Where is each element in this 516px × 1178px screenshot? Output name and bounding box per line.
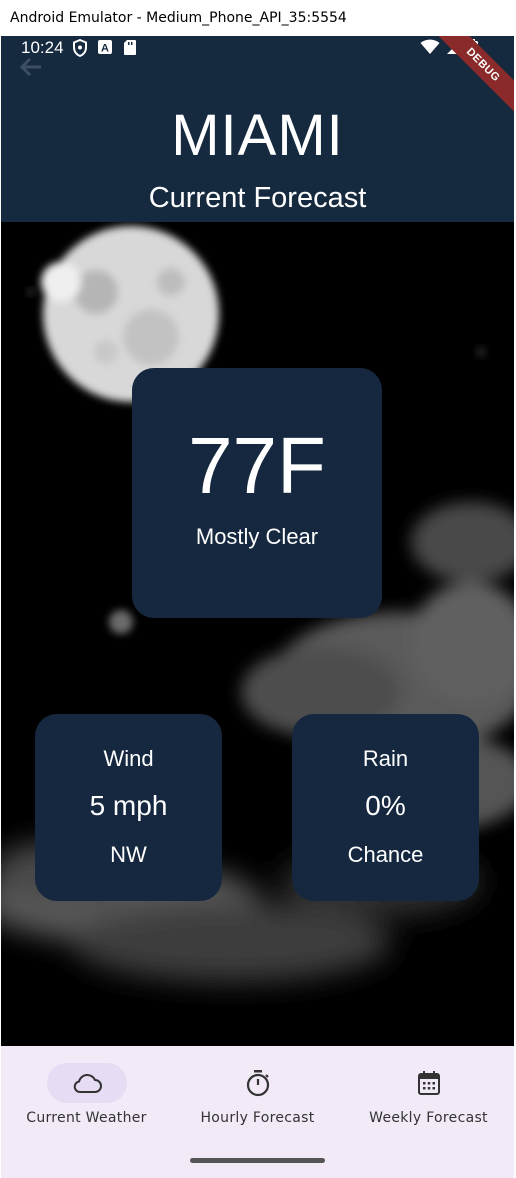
night-sky-background	[1, 226, 514, 982]
rain-card: Rain 0% Chance	[292, 714, 479, 901]
window-title: Android Emulator - Medium_Phone_API_35:5…	[10, 10, 347, 26]
rain-label: Rain	[362, 746, 409, 771]
sd-card-icon	[124, 40, 136, 55]
status-bar: 10:24 A	[1, 36, 514, 62]
wind-card: Wind 5 mph NW	[35, 714, 222, 901]
condition-text: Mostly Clear	[195, 524, 319, 549]
phone-screen: 10:24 A DEBUG MIAMI Current Forecast 77F…	[1, 36, 514, 1178]
gesture-home-bar[interactable]	[190, 1158, 325, 1163]
city-title: MIAMI	[171, 103, 344, 168]
nav-item-weekly-forecast[interactable]: Weekly Forecast	[343, 1046, 514, 1146]
nav-item-hourly-forecast[interactable]: Hourly Forecast	[172, 1046, 343, 1146]
temperature-value: 77F	[188, 421, 326, 510]
wind-label: Wind	[103, 746, 154, 771]
nav-label-weekly-forecast: Weekly Forecast	[369, 1110, 488, 1126]
nav-item-current-weather[interactable]: Current Weather	[1, 1046, 172, 1146]
page-subtitle: Current Forecast	[148, 182, 367, 214]
a-icon: A	[98, 40, 112, 55]
window-title-bar: Android Emulator - Medium_Phone_API_35:5…	[0, 0, 516, 36]
nav-pill-hourly	[218, 1063, 298, 1103]
rain-sub: Chance	[347, 842, 424, 867]
app-bar: 10:24 A DEBUG MIAMI Current Forecast	[1, 36, 514, 222]
rain-value: 0%	[365, 790, 406, 821]
svg-text:A: A	[101, 43, 109, 55]
current-temperature-card: 77F Mostly Clear	[132, 368, 382, 618]
nav-active-indicator	[46, 1063, 127, 1103]
status-icons-left: A	[73, 39, 137, 57]
calendar-icon	[417, 1071, 440, 1095]
nav-pill-weekly	[389, 1063, 469, 1103]
shield-icon	[73, 39, 87, 57]
nav-label-current-weather: Current Weather	[26, 1110, 147, 1126]
cloud-icon	[73, 1074, 102, 1093]
wind-speed: 5 mph	[89, 790, 168, 821]
wifi-icon	[420, 39, 440, 54]
arrow-back-icon[interactable]	[17, 53, 45, 81]
wind-direction: NW	[110, 842, 147, 867]
nav-label-hourly-forecast: Hourly Forecast	[200, 1110, 315, 1126]
timer-icon	[246, 1070, 269, 1097]
